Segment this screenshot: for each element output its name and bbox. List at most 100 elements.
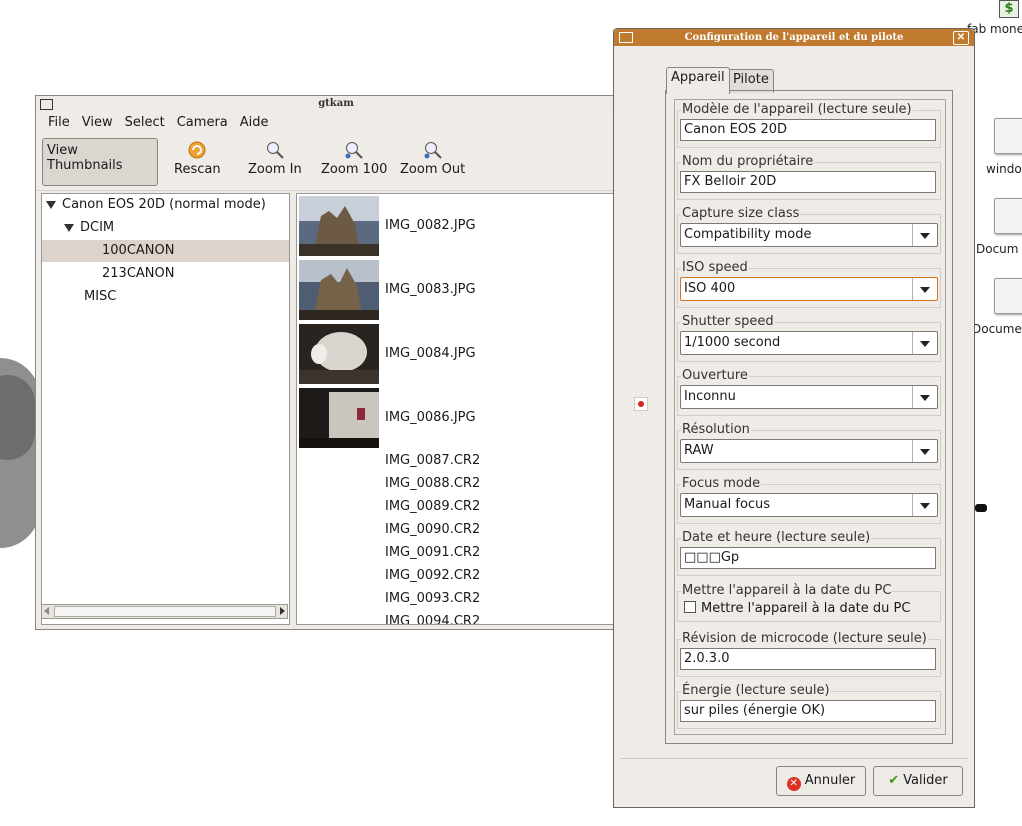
thumbnail-image[interactable] bbox=[299, 388, 379, 448]
capture-size-select[interactable]: Compatibility mode bbox=[680, 223, 938, 247]
file-name[interactable]: IMG_0092.CR2 bbox=[385, 568, 480, 583]
window-menu-icon[interactable] bbox=[40, 99, 53, 110]
file-name[interactable]: IMG_0087.CR2 bbox=[385, 453, 480, 468]
expander-icon[interactable] bbox=[46, 200, 56, 209]
window-menu-icon[interactable] bbox=[619, 32, 633, 43]
settings-scroll-area[interactable]: Modèle de l'appareil (lecture seule) Can… bbox=[674, 99, 946, 735]
scroll-indicator-icon[interactable] bbox=[634, 397, 648, 411]
file-name[interactable]: IMG_0083.JPG bbox=[385, 282, 476, 297]
ok-label: Valider bbox=[903, 773, 948, 788]
zoom-100-icon bbox=[345, 142, 363, 159]
tab-appareil[interactable]: Appareil bbox=[666, 67, 730, 94]
field-label: Ouverture bbox=[681, 368, 749, 383]
cancel-button[interactable]: ✕ Annuler bbox=[776, 766, 866, 796]
chevron-down-icon[interactable] bbox=[912, 332, 937, 354]
drive-icon[interactable] bbox=[990, 116, 1022, 156]
file-name[interactable]: IMG_0091.CR2 bbox=[385, 545, 480, 560]
datetime-field[interactable]: □□□Gp bbox=[680, 547, 936, 569]
zoom-in-button[interactable]: Zoom In bbox=[248, 140, 302, 177]
tree-item-camera[interactable]: Canon EOS 20D (normal mode) bbox=[42, 194, 293, 216]
group-sync: Mettre l'appareil à la date du PC Mettre… bbox=[677, 583, 941, 622]
field-label: Date et heure (lecture seule) bbox=[681, 530, 872, 545]
group-firmware: Révision de microcode (lecture seule) 2.… bbox=[677, 631, 941, 677]
tree-item-misc[interactable]: MISC bbox=[42, 286, 289, 308]
tree-item-100canon[interactable]: 100CANON bbox=[42, 240, 289, 262]
select-value: Inconnu bbox=[684, 389, 736, 404]
tree-item-dcim[interactable]: DCIM bbox=[42, 217, 311, 239]
desktop-icon-label[interactable]: fab monex bbox=[967, 22, 1022, 36]
ok-button[interactable]: ✔ Valider bbox=[873, 766, 963, 796]
focus-mode-select[interactable]: Manual focus bbox=[680, 493, 938, 517]
scroll-right-icon[interactable] bbox=[280, 607, 285, 615]
close-icon[interactable]: ✕ bbox=[953, 31, 969, 45]
file-name[interactable]: IMG_0090.CR2 bbox=[385, 522, 480, 537]
desktop-icon-label[interactable]: windo bbox=[986, 162, 1022, 176]
menubar: File View Select Camera Aide bbox=[36, 112, 636, 134]
tree-item-label: MISC bbox=[84, 289, 117, 304]
menu-camera[interactable]: Camera bbox=[171, 112, 234, 134]
expander-icon[interactable] bbox=[64, 223, 74, 232]
drive-icon[interactable] bbox=[990, 196, 1022, 236]
zoom-in-icon bbox=[266, 142, 284, 159]
tree-item-213canon[interactable]: 213CANON bbox=[42, 263, 289, 285]
group-focus: Focus mode Manual focus bbox=[677, 476, 941, 524]
window-title: gtkam bbox=[318, 98, 354, 109]
scroll-left-icon[interactable] bbox=[44, 607, 49, 615]
select-value: RAW bbox=[684, 443, 714, 458]
drive-icon[interactable] bbox=[990, 276, 1022, 316]
zoom-100-button[interactable]: Zoom 100 bbox=[321, 140, 387, 177]
chevron-down-icon[interactable] bbox=[912, 440, 937, 462]
menu-aide[interactable]: Aide bbox=[234, 112, 275, 134]
zoom-out-button[interactable]: Zoom Out bbox=[400, 140, 465, 177]
desktop-icon-label[interactable]: Docume bbox=[972, 322, 1022, 336]
rescan-icon bbox=[188, 141, 206, 159]
tree-item-label: Canon EOS 20D (normal mode) bbox=[62, 197, 266, 212]
field-label: Shutter speed bbox=[681, 314, 775, 329]
window-titlebar[interactable]: gtkam bbox=[36, 96, 636, 112]
thumbnail-image[interactable] bbox=[299, 324, 379, 384]
file-name[interactable]: IMG_0089.CR2 bbox=[385, 499, 480, 514]
file-name[interactable]: IMG_0084.JPG bbox=[385, 346, 476, 361]
checkbox-box[interactable] bbox=[684, 601, 696, 613]
iso-speed-select[interactable]: ISO 400 bbox=[680, 277, 938, 301]
file-name[interactable]: IMG_0094.CR2 bbox=[385, 614, 480, 624]
chevron-down-icon[interactable] bbox=[912, 278, 937, 300]
desktop-icon-label[interactable]: Docum bbox=[976, 242, 1018, 256]
thumbnail-image[interactable] bbox=[299, 196, 379, 256]
zoom-out-icon bbox=[424, 142, 442, 159]
file-name[interactable]: IMG_0093.CR2 bbox=[385, 591, 480, 606]
chevron-down-icon[interactable] bbox=[912, 386, 937, 408]
group-aperture: Ouverture Inconnu bbox=[677, 368, 941, 416]
dialog-titlebar[interactable]: Configuration de l'appareil et du pilote… bbox=[614, 29, 974, 46]
view-thumbnails-toggle[interactable]: View Thumbnails bbox=[42, 138, 158, 186]
separator bbox=[620, 758, 968, 759]
menu-view[interactable]: View bbox=[76, 112, 119, 134]
aperture-select[interactable]: Inconnu bbox=[680, 385, 938, 409]
thumbnail-image[interactable] bbox=[299, 260, 379, 320]
tree-horizontal-scrollbar[interactable] bbox=[41, 604, 288, 619]
file-name[interactable]: IMG_0088.CR2 bbox=[385, 476, 480, 491]
menu-file[interactable]: File bbox=[42, 112, 76, 134]
chevron-down-icon[interactable] bbox=[912, 494, 937, 516]
group-shutter: Shutter speed 1/1000 second bbox=[677, 314, 941, 362]
file-name[interactable]: IMG_0082.JPG bbox=[385, 218, 476, 233]
shutter-speed-select[interactable]: 1/1000 second bbox=[680, 331, 938, 355]
firmware-field[interactable]: 2.0.3.0 bbox=[680, 648, 936, 670]
owner-field[interactable]: FX Belloir 20D bbox=[680, 171, 936, 193]
model-field[interactable]: Canon EOS 20D bbox=[680, 119, 936, 141]
power-field[interactable]: sur piles (énergie OK) bbox=[680, 700, 936, 722]
tree-item-label: DCIM bbox=[80, 220, 115, 235]
scrollbar-thumb[interactable] bbox=[54, 606, 276, 617]
file-name[interactable]: IMG_0086.JPG bbox=[385, 410, 476, 425]
sync-date-checkbox[interactable]: Mettre l'appareil à la date du PC bbox=[684, 601, 910, 616]
menu-select[interactable]: Select bbox=[119, 112, 171, 134]
chevron-down-icon[interactable] bbox=[912, 224, 937, 246]
rescan-button[interactable]: Rescan bbox=[174, 140, 221, 177]
select-value: 1/1000 second bbox=[684, 335, 781, 350]
group-model: Modèle de l'appareil (lecture seule) Can… bbox=[677, 102, 941, 148]
dollar-icon[interactable]: $ bbox=[997, 0, 1019, 20]
desktop-mark bbox=[975, 504, 987, 512]
config-dialog: Configuration de l'appareil et du pilote… bbox=[613, 28, 975, 808]
group-resolution: Résolution RAW bbox=[677, 422, 941, 470]
resolution-select[interactable]: RAW bbox=[680, 439, 938, 463]
